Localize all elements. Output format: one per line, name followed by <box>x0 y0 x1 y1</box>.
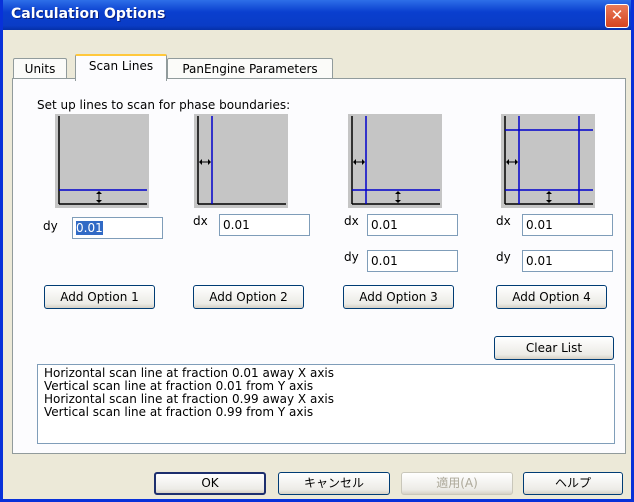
calculation-options-dialog: Calculation Options ✕ Units Scan Lines P… <box>0 0 634 502</box>
option4-dx-label: dx <box>496 214 511 228</box>
option4-dx-input[interactable]: 0.01 <box>522 214 613 236</box>
horizontal-scan-diagram-icon <box>58 116 147 205</box>
option3-diagram <box>348 114 442 208</box>
option3-dx-input[interactable]: 0.01 <box>367 214 458 236</box>
cancel-button[interactable]: キャンセル <box>278 472 390 495</box>
option1-dy-label: dy <box>43 219 58 233</box>
tab-units[interactable]: Units <box>13 58 67 79</box>
option4-dy-label: dy <box>496 250 511 264</box>
option4-dy-input[interactable]: 0.01 <box>522 250 613 272</box>
add-option-2-button[interactable]: Add Option 2 <box>193 285 304 309</box>
add-option-3-button[interactable]: Add Option 3 <box>343 285 454 309</box>
title-bar[interactable]: Calculation Options ✕ <box>3 0 631 30</box>
tab-panengine-parameters[interactable]: PanEngine Parameters <box>167 58 333 79</box>
option2-dx-input[interactable]: 0.01 <box>219 214 310 236</box>
add-option-4-button[interactable]: Add Option 4 <box>496 285 607 309</box>
option2-dx-label: dx <box>193 214 208 228</box>
option3-dx-label: dx <box>344 214 359 228</box>
option2-diagram <box>194 114 288 208</box>
option1-dy-input[interactable]: 0.01 <box>72 217 163 239</box>
clear-list-button[interactable]: Clear List <box>494 336 614 360</box>
option3-dy-label: dy <box>344 250 359 264</box>
box-scan-diagram-icon <box>504 116 593 205</box>
horizontal-vertical-scan-diagram-icon <box>351 116 440 205</box>
tab-scan-lines[interactable]: Scan Lines <box>75 54 167 81</box>
window-title: Calculation Options <box>11 6 166 22</box>
option1-diagram <box>55 114 149 208</box>
add-option-1-button[interactable]: Add Option 1 <box>44 285 155 309</box>
scan-lines-list[interactable]: Horizontal scan line at fraction 0.01 aw… <box>37 364 615 444</box>
option4-diagram <box>501 114 595 208</box>
close-icon: ✕ <box>610 6 624 24</box>
help-button[interactable]: ヘルプ <box>523 472 623 495</box>
panel-heading: Set up lines to scan for phase boundarie… <box>37 98 291 112</box>
list-item[interactable]: Vertical scan line at fraction 0.99 from… <box>44 406 608 419</box>
apply-button[interactable]: 適用(A) <box>401 472 513 495</box>
close-button[interactable]: ✕ <box>605 4 629 28</box>
ok-button[interactable]: OK <box>154 472 266 495</box>
option3-dy-input[interactable]: 0.01 <box>367 250 458 272</box>
vertical-scan-diagram-icon <box>197 116 286 205</box>
